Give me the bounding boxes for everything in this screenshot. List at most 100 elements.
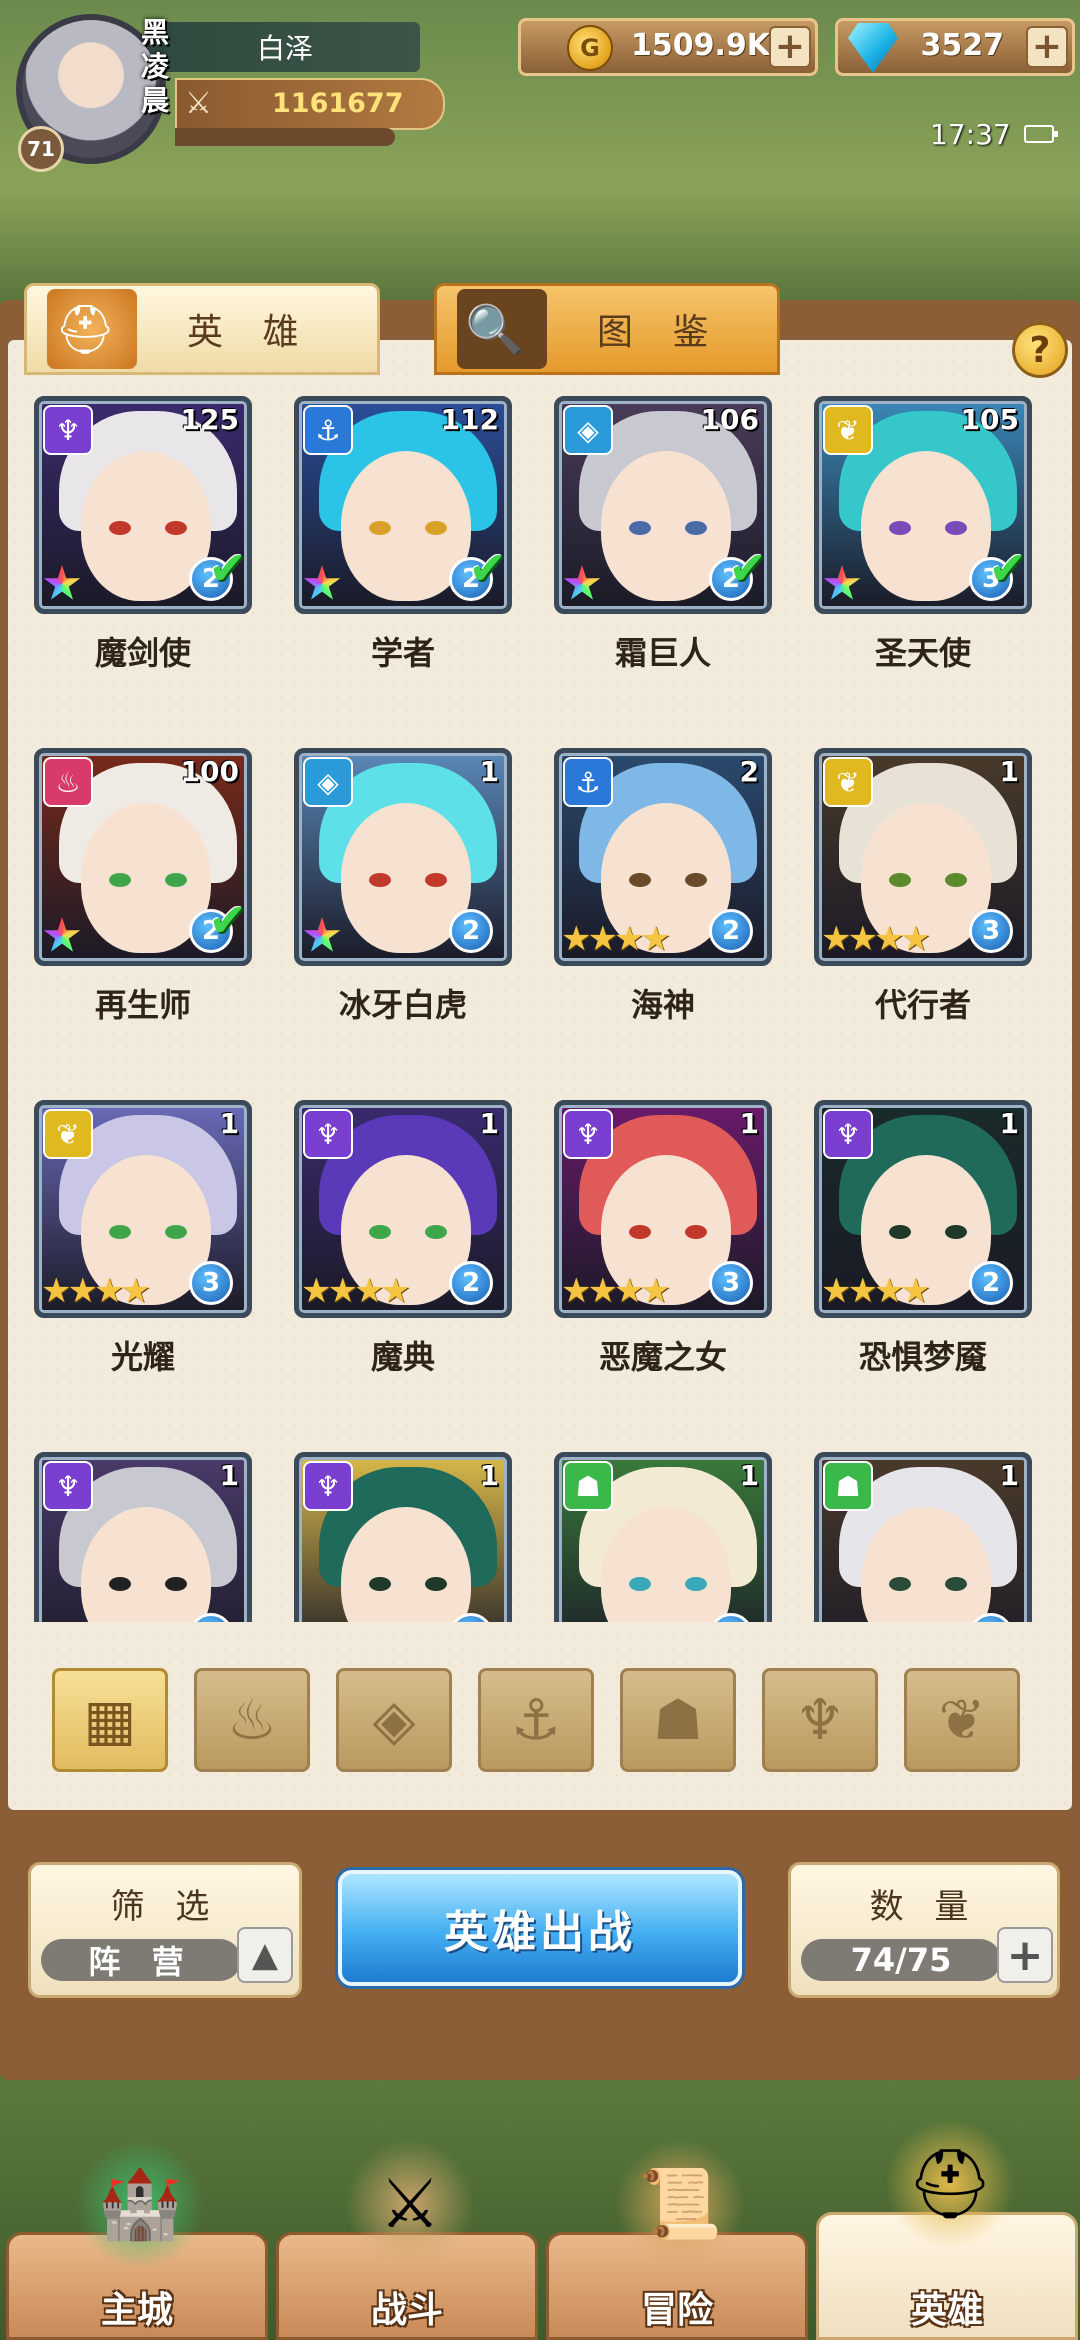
gem-value: 3527 xyxy=(920,28,1005,63)
hero-name: 魔剑使 xyxy=(94,634,191,672)
portrait-eye xyxy=(889,1225,911,1239)
hero-card-slot[interactable]: ⚓ 112 2 ✔ 学者 xyxy=(294,396,514,716)
hero-card-slot[interactable]: ◈ 106 2 ✔ 霜巨人 xyxy=(554,396,774,716)
tab-codex[interactable]: 🔍 图 鉴 xyxy=(434,283,780,375)
castle-icon: 🏰 xyxy=(75,2139,205,2269)
add-gems-button[interactable]: + xyxy=(1026,26,1068,68)
portrait-eye xyxy=(685,873,707,887)
tab-heroes-label: 英 雄 xyxy=(187,312,313,353)
hero-portrait-card[interactable]: ♆1★★★★2 xyxy=(294,1452,512,1622)
demon-horns-icon: ♆ xyxy=(303,1461,353,1511)
portrait-eye xyxy=(685,521,707,535)
hero-card-slot[interactable]: ♆1★★★★2 xyxy=(34,1452,254,1622)
filter-diamond-button[interactable]: ◈ xyxy=(336,1668,452,1772)
hero-card-slot[interactable]: ☗1★★★★2 xyxy=(814,1452,1034,1622)
help-button[interactable]: ? xyxy=(1012,322,1068,378)
hero-portrait-card[interactable]: ♆1★★★★2 xyxy=(294,1100,512,1318)
grid-all-icon: ▦ xyxy=(83,1687,137,1753)
flame-icon: ♨ xyxy=(226,1687,278,1753)
hero-level: 112 xyxy=(440,403,499,436)
demon-horns-icon: ♆ xyxy=(303,1109,353,1159)
hero-portrait-card[interactable]: ⚓ 112 2 ✔ xyxy=(294,396,512,614)
magnifier-icon: 🔍 xyxy=(457,289,547,369)
hero-card-slot[interactable]: ♆ 1 ★★★★ 2 恐惧梦魇 xyxy=(814,1100,1034,1420)
add-gold-button[interactable]: + xyxy=(769,26,811,68)
portrait-eye xyxy=(945,1225,967,1239)
hero-portrait-card[interactable]: ◈ 1 2 xyxy=(294,748,512,966)
hero-level: 105 xyxy=(960,403,1019,436)
nav-tab-3[interactable]: 📜 冒险 xyxy=(546,2139,808,2340)
filter-toggle-button[interactable]: ▲ xyxy=(237,1927,293,1983)
filter-demon-horns-button[interactable]: ♆ xyxy=(762,1668,878,1772)
filter-anchor-button[interactable]: ⚓ xyxy=(478,1668,594,1772)
deployed-check-icon: ✔ xyxy=(728,541,767,595)
hero-level: 1 xyxy=(999,1459,1019,1492)
hero-portrait-card[interactable]: ❦ 1 ★★★★ 3 xyxy=(814,748,1032,966)
hero-card-slot[interactable]: ♆1★★★★2 xyxy=(294,1452,514,1622)
hero-portrait-card[interactable]: ❦ 1 ★★★★ 3 xyxy=(34,1100,252,1318)
filter-box: 筛 选 阵 营 ▲ xyxy=(28,1862,302,1998)
hero-card-slot[interactable]: ♆ 1 ★★★★ 3 恶魔之女 xyxy=(554,1100,774,1420)
hero-level: 1 xyxy=(739,1459,759,1492)
hero-portrait-card[interactable]: ⚓ 2 ★★★★ 2 xyxy=(554,748,772,966)
nav-tab-4[interactable]: ⛑ 英雄 xyxy=(816,2119,1078,2340)
filter-grid-all-button[interactable]: ▦ xyxy=(52,1668,168,1772)
hero-name: 海神 xyxy=(630,986,695,1024)
deploy-heroes-button[interactable]: 英雄出战 xyxy=(338,1870,742,1986)
tab-heroes[interactable]: ⛑ 英 雄 xyxy=(24,283,380,375)
filter-flame-button[interactable]: ♨ xyxy=(194,1668,310,1772)
hero-card-slot[interactable]: ♨ 100 2 ✔ 再生师 xyxy=(34,748,254,1068)
holy-wings-icon: ❦ xyxy=(823,405,873,455)
hero-level: 1 xyxy=(739,1107,759,1140)
hero-name: 光耀 xyxy=(110,1338,175,1376)
hero-portrait-card[interactable]: ♨ 100 2 ✔ xyxy=(34,748,252,966)
star-rating-icon: ★★★★ xyxy=(561,1271,671,1311)
demon-horns-icon: ♆ xyxy=(823,1109,873,1159)
nav-tab-2[interactable]: ⚔ 战斗 xyxy=(276,2139,538,2340)
portrait-eye xyxy=(425,1225,447,1239)
combat-power-bar: ⚔ 1161677 xyxy=(175,78,445,130)
hero-card-slot[interactable]: ♆ 125 2 ✔ 魔剑使 xyxy=(34,396,254,716)
hero-name: 学者 xyxy=(370,634,435,672)
hero-portrait-card[interactable]: ◈ 106 2 ✔ xyxy=(554,396,772,614)
nav-label: 战斗 xyxy=(370,2290,443,2331)
hero-rank-badge: 3 xyxy=(709,1261,753,1305)
hero-portrait-card[interactable]: ♆1★★★★2 xyxy=(34,1452,252,1622)
hero-portrait-card[interactable]: ☗1★★★★2 xyxy=(554,1452,772,1622)
hero-card-slot[interactable]: ☗1★★★★2 xyxy=(554,1452,774,1622)
portrait-eye xyxy=(889,873,911,887)
portrait-eye xyxy=(945,521,967,535)
hero-card-slot[interactable]: ♆ 1 ★★★★ 2 魔典 xyxy=(294,1100,514,1420)
hero-name: 再生师 xyxy=(94,986,191,1024)
hero-card-slot[interactable]: ⚓ 2 ★★★★ 2 海神 xyxy=(554,748,774,1068)
hero-portrait-card[interactable]: ❦ 105 3 ✔ xyxy=(814,396,1032,614)
crossed-swords-icon: ⚔ xyxy=(185,86,212,121)
hero-grid[interactable]: ♆ 125 2 ✔ 魔剑使 ⚓ 112 2 ✔ 学者 ◈ 106 2 ✔ 霜巨人 ❦ 105 3 ✔ 圣天使 ♨ 100 2… xyxy=(8,392,1072,1622)
expand-capacity-button[interactable]: + xyxy=(997,1927,1053,1983)
hero-portrait-card[interactable]: ♆ 1 ★★★★ 3 xyxy=(554,1100,772,1318)
hero-portrait-card[interactable]: ☗1★★★★2 xyxy=(814,1452,1032,1622)
diamond-icon: ◈ xyxy=(303,757,353,807)
portrait-eye xyxy=(109,1577,131,1591)
nav-tab-1[interactable]: 🏰 主城 xyxy=(6,2139,268,2340)
filter-beast-head-button[interactable]: ☗ xyxy=(620,1668,736,1772)
portrait-eye xyxy=(629,1577,651,1591)
portrait-eye xyxy=(685,1577,707,1591)
holy-wings-icon: ❦ xyxy=(823,757,873,807)
power-bar-base xyxy=(175,128,395,146)
hero-portrait-card[interactable]: ♆1★★★★2 xyxy=(814,1100,1032,1318)
nav-label: 英雄 xyxy=(910,2290,983,2331)
star-rating-icon: ★★★★ xyxy=(301,1271,411,1311)
hero-level: 2 xyxy=(739,755,759,788)
filter-holy-wings-button[interactable]: ❦ xyxy=(904,1668,1020,1772)
diamond-gem-icon xyxy=(848,23,898,73)
hero-rank-badge: 3 xyxy=(189,1261,233,1305)
hero-card-slot[interactable]: ❦ 105 3 ✔ 圣天使 xyxy=(814,396,1034,716)
hero-card-slot[interactable]: ❦ 1 ★★★★ 3 光耀 xyxy=(34,1100,254,1420)
hero-rank-badge: 2 xyxy=(449,1261,493,1305)
hero-card-slot[interactable]: ◈ 1 2 冰牙白虎 xyxy=(294,748,514,1068)
hero-name: 冰牙白虎 xyxy=(338,986,467,1024)
hero-portrait-card[interactable]: ♆ 125 2 ✔ xyxy=(34,396,252,614)
rainbow-star-icon xyxy=(303,565,341,600)
hero-card-slot[interactable]: ❦ 1 ★★★★ 3 代行者 xyxy=(814,748,1034,1068)
